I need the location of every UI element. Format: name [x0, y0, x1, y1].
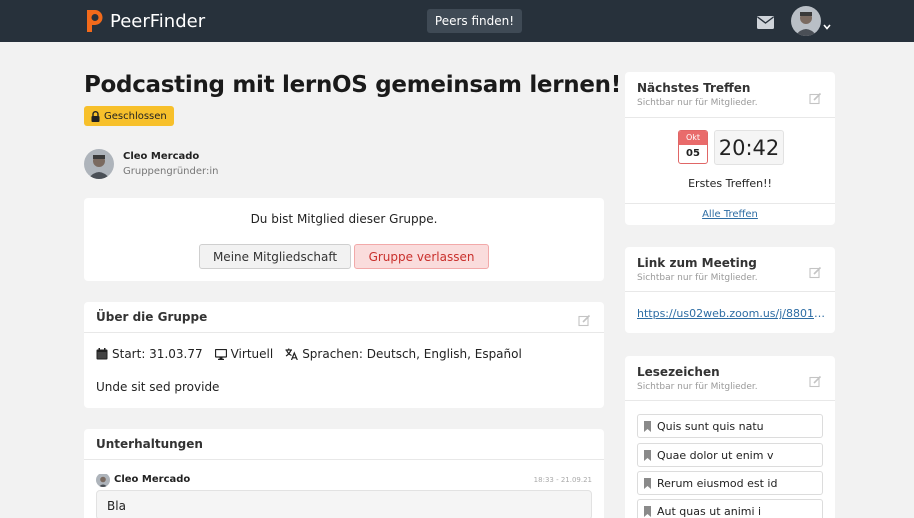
bookmarks-visibility: Sichtbar nur für Mitglieder. — [637, 382, 758, 392]
message-bubble: Bla — [96, 490, 592, 518]
bookmark-icon — [644, 449, 651, 461]
meeting-day: 05 — [686, 148, 700, 159]
bookmark-icon — [644, 420, 651, 432]
about-heading: Über die Gruppe — [96, 310, 208, 324]
meeting-time: 20:42 — [714, 130, 784, 165]
chevron-down-icon[interactable] — [823, 15, 831, 34]
bookmark-label: Quae dolor ut enim v — [657, 448, 774, 462]
logo[interactable]: PeerFinder — [84, 8, 205, 34]
lock-icon — [91, 110, 100, 122]
meeting-link-visibility: Sichtbar nur für Mitglieder. — [637, 273, 758, 283]
location: Virtuell — [214, 347, 274, 361]
divider — [625, 203, 835, 204]
conversations-card: Unterhaltungen Cleo Mercado 18:33 - 21.0… — [84, 429, 604, 518]
bookmark-item[interactable]: Quae dolor ut enim v — [637, 443, 823, 467]
founder-name[interactable]: Cleo Mercado — [123, 151, 199, 162]
divider — [625, 400, 835, 401]
about-card: Über die Gruppe Start: 31.03.77 Virtuell… — [84, 302, 604, 408]
bookmark-item[interactable]: Rerum eiusmod est id — [637, 471, 823, 495]
edit-icon[interactable] — [809, 90, 822, 109]
meeting-date-badge: Okt 05 — [678, 130, 708, 164]
meeting-link-heading: Link zum Meeting — [637, 256, 757, 270]
peerfinder-logo-icon — [84, 8, 104, 34]
membership-card: Du bist Mitglied dieser Gruppe. Meine Mi… — [84, 198, 604, 281]
about-meta-row: Start: 31.03.77 Virtuell Sprachen: Deuts… — [96, 347, 534, 361]
languages: Sprachen: Deutsch, English, Español — [285, 347, 522, 361]
next-meeting-heading: Nächstes Treffen — [637, 81, 751, 95]
meeting-event-name[interactable]: Erstes Treffen!! — [625, 177, 835, 190]
page-title: Podcasting mit lernOS gemeinsam lernen! — [84, 72, 621, 98]
languages-label: Sprachen: Deutsch, English, Español — [302, 347, 522, 361]
divider — [625, 117, 835, 118]
meeting-month: Okt — [679, 131, 707, 145]
message-timestamp: 18:33 - 21.09.21 — [533, 476, 592, 484]
meeting-link-card: Link zum Meeting Sichtbar nur für Mitgli… — [625, 247, 835, 333]
start-date: Start: 31.03.77 — [96, 347, 203, 361]
location-label: Virtuell — [230, 347, 274, 361]
conversations-heading: Unterhaltungen — [96, 437, 203, 451]
edit-icon[interactable] — [809, 373, 822, 392]
edit-icon[interactable] — [809, 264, 822, 283]
user-avatar[interactable] — [791, 6, 821, 36]
leave-group-button[interactable]: Gruppe verlassen — [354, 244, 489, 269]
about-header: Über die Gruppe — [84, 302, 604, 333]
navbar: PeerFinder Peers finden! — [0, 0, 914, 42]
bookmark-label: Aut quas ut animi i — [657, 504, 762, 518]
next-meeting-card: Nächstes Treffen Sichtbar nur für Mitgli… — [625, 72, 835, 225]
bookmarks-card: Lesezeichen Sichtbar nur für Mitglieder.… — [625, 356, 835, 518]
bookmark-item[interactable]: Quis sunt quis natu — [637, 414, 823, 438]
message-author-avatar[interactable] — [96, 473, 110, 487]
founder-role: Gruppengründer:in — [123, 166, 219, 177]
mail-icon[interactable] — [757, 14, 774, 33]
bookmark-icon — [644, 477, 651, 489]
bookmark-label: Rerum eiusmod est id — [657, 476, 778, 490]
status-badge-label: Geschlossen — [104, 110, 167, 122]
monitor-icon — [214, 348, 227, 360]
translate-icon — [285, 348, 299, 360]
edit-icon[interactable] — [578, 312, 591, 331]
membership-text: Du bist Mitglied dieser Gruppe. — [250, 212, 438, 226]
find-peers-button[interactable]: Peers finden! — [427, 9, 522, 33]
bookmarks-heading: Lesezeichen — [637, 365, 720, 379]
logo-text: PeerFinder — [110, 10, 206, 32]
group-description: Unde sit sed provide — [96, 380, 220, 394]
conversations-header: Unterhaltungen — [84, 429, 604, 460]
status-badge: Geschlossen — [84, 106, 174, 126]
divider — [625, 291, 835, 292]
my-membership-button[interactable]: Meine Mitgliedschaft — [199, 244, 351, 269]
calendar-icon — [96, 348, 108, 360]
bookmark-label: Quis sunt quis natu — [657, 419, 764, 433]
start-date-label: Start: 31.03.77 — [112, 347, 203, 361]
next-meeting-visibility: Sichtbar nur für Mitglieder. — [637, 98, 758, 108]
message-author[interactable]: Cleo Mercado — [114, 474, 190, 485]
all-meetings-link[interactable]: Alle Treffen — [625, 209, 835, 220]
founder-avatar[interactable] — [84, 149, 114, 179]
meeting-url-link[interactable]: https://us02web.zoom.us/j/88015839465 — [637, 307, 827, 320]
bookmark-icon — [644, 505, 651, 517]
bookmark-item[interactable]: Aut quas ut animi i — [637, 499, 823, 518]
